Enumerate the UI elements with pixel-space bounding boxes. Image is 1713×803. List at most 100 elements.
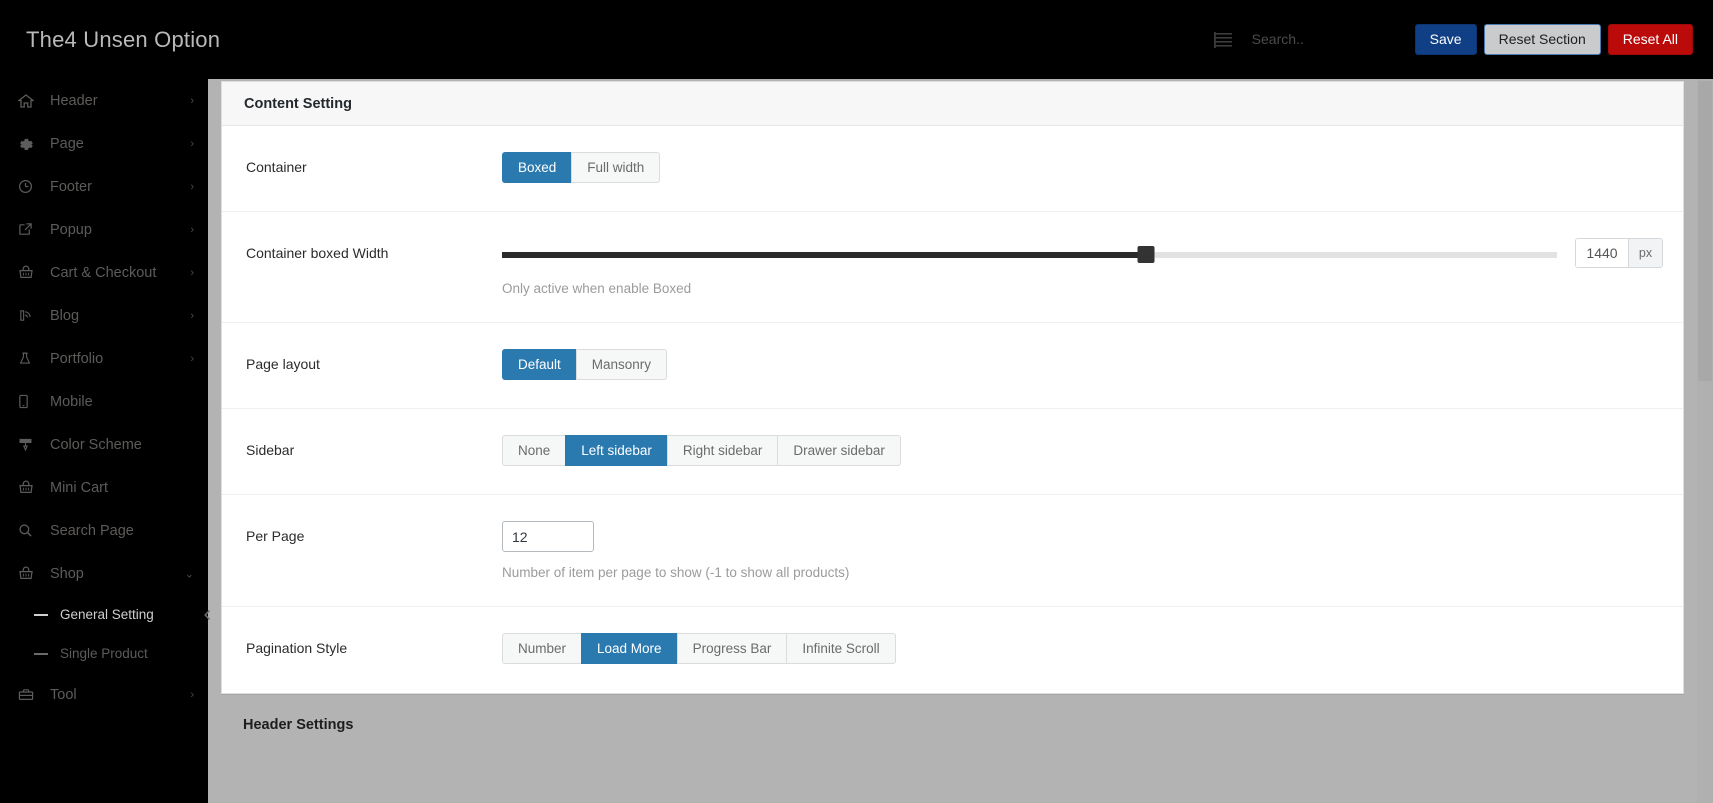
content-setting-panel: Content Setting Container Boxed Full wid… bbox=[221, 81, 1684, 694]
sidebar-item-label: Footer bbox=[50, 178, 92, 195]
sidebar-item-label: Mobile bbox=[50, 393, 93, 410]
container-width-slider[interactable] bbox=[502, 246, 1557, 263]
container-button-group: Boxed Full width bbox=[502, 152, 661, 183]
slider-handle[interactable] bbox=[1137, 246, 1155, 263]
container-width-unit: px bbox=[1628, 239, 1662, 267]
search-field-wrap bbox=[1249, 30, 1390, 49]
sidebar-item-general-setting[interactable]: General Setting bbox=[0, 595, 208, 634]
sidebar-option-right-sidebar[interactable]: Right sidebar bbox=[666, 435, 778, 466]
chevron-right-icon: › bbox=[190, 137, 194, 150]
chevron-right-icon: › bbox=[190, 266, 194, 279]
main-content: Content Setting Container Boxed Full wid… bbox=[208, 79, 1684, 803]
field-control: Number Load More Progress Bar Infinite S… bbox=[502, 633, 1683, 664]
pagination-option-infinite-scroll[interactable]: Infinite Scroll bbox=[786, 633, 896, 664]
reset-all-button[interactable]: Reset All bbox=[1607, 24, 1693, 55]
sidebar-subitem-label: Single Product bbox=[60, 646, 148, 661]
chevron-right-icon: › bbox=[190, 223, 194, 236]
paint-roller-icon bbox=[18, 437, 38, 453]
field-row-page-layout: Page layout Default Mansonry bbox=[222, 323, 1683, 409]
sidebar-item-footer[interactable]: Footer › bbox=[0, 165, 208, 208]
sidebar-item-popup[interactable]: Popup › bbox=[0, 208, 208, 251]
sidebar-button-group: None Left sidebar Right sidebar Drawer s… bbox=[502, 435, 901, 466]
per-page-input[interactable] bbox=[502, 521, 594, 552]
sidebar-item-blog[interactable]: Blog › bbox=[0, 294, 208, 337]
sidebar-item-label: Header bbox=[50, 92, 98, 109]
container-option-boxed[interactable]: Boxed bbox=[502, 152, 572, 183]
sidebar-item-search-page[interactable]: Search Page bbox=[0, 509, 208, 552]
chevron-right-icon: › bbox=[190, 352, 194, 365]
header-settings-title: Header Settings bbox=[243, 716, 354, 733]
field-row-pagination-style: Pagination Style Number Load More Progre… bbox=[222, 607, 1683, 693]
sidebar-item-label: Page bbox=[50, 135, 84, 152]
sidebar-item-mini-cart[interactable]: Mini Cart bbox=[0, 466, 208, 509]
dash-icon bbox=[34, 652, 48, 655]
field-control: None Left sidebar Right sidebar Drawer s… bbox=[502, 435, 1683, 466]
toolbox-icon bbox=[18, 687, 38, 703]
home-icon bbox=[18, 93, 38, 109]
sidebar-item-portfolio[interactable]: Portfolio › bbox=[0, 337, 208, 380]
header-settings-section[interactable]: Header Settings bbox=[221, 694, 1684, 754]
rss-icon bbox=[18, 308, 38, 324]
chevron-down-icon: ⌄ bbox=[184, 568, 194, 580]
gear-icon bbox=[18, 136, 38, 152]
field-row-sidebar: Sidebar None Left sidebar Right sidebar … bbox=[222, 409, 1683, 495]
basket-icon bbox=[18, 480, 38, 496]
sidebar-item-label: Search Page bbox=[50, 522, 134, 539]
sidebar-item-label: Portfolio bbox=[50, 350, 104, 367]
field-row-container: Container Boxed Full width bbox=[222, 126, 1683, 212]
top-bar: The4 Unsen Option Save Reset Section Res… bbox=[0, 0, 1713, 79]
external-link-icon bbox=[18, 222, 38, 238]
field-label: Page layout bbox=[246, 356, 320, 372]
sidebar-item-header[interactable]: Header › bbox=[0, 79, 208, 122]
sidebar-collapse-handle[interactable] bbox=[200, 602, 214, 628]
pagination-option-load-more[interactable]: Load More bbox=[581, 633, 677, 664]
mobile-icon bbox=[18, 394, 38, 410]
field-control: Default Mansonry bbox=[502, 349, 1683, 380]
sidebar-item-cart-checkout[interactable]: Cart & Checkout › bbox=[0, 251, 208, 294]
expand-list-icon[interactable] bbox=[1212, 29, 1234, 51]
container-width-input[interactable] bbox=[1576, 239, 1628, 267]
sidebar-item-tool[interactable]: Tool › bbox=[0, 673, 208, 716]
sidebar-option-drawer-sidebar[interactable]: Drawer sidebar bbox=[777, 435, 901, 466]
field-label: Container boxed Width bbox=[246, 245, 389, 261]
clock-icon bbox=[18, 179, 38, 195]
sidebar-item-shop[interactable]: Shop ⌄ bbox=[0, 552, 208, 595]
sidebar-item-page[interactable]: Page › bbox=[0, 122, 208, 165]
section-title: Content Setting bbox=[222, 82, 1683, 126]
chevron-right-icon: › bbox=[190, 180, 194, 193]
chevron-right-icon: › bbox=[190, 309, 194, 322]
basket-icon bbox=[18, 566, 38, 582]
flask-icon bbox=[18, 351, 38, 367]
container-width-slider-row: px bbox=[502, 238, 1663, 268]
dash-icon bbox=[34, 613, 48, 616]
app-root: The4 Unsen Option Save Reset Section Res… bbox=[0, 0, 1713, 803]
field-row-per-page: Per Page Number of item per page to show… bbox=[222, 495, 1683, 607]
save-button[interactable]: Save bbox=[1414, 24, 1477, 55]
reset-section-button[interactable]: Reset Section bbox=[1483, 24, 1601, 55]
sidebar-item-single-product[interactable]: Single Product bbox=[0, 634, 208, 673]
field-label: Container bbox=[246, 159, 307, 175]
pagination-option-number[interactable]: Number bbox=[502, 633, 582, 664]
sidebar-item-label: Blog bbox=[50, 307, 80, 324]
sidebar-subitem-label: General Setting bbox=[60, 607, 154, 622]
pagination-style-button-group: Number Load More Progress Bar Infinite S… bbox=[502, 633, 896, 664]
sidebar-item-label: Tool bbox=[50, 686, 77, 703]
field-label: Pagination Style bbox=[246, 640, 348, 656]
top-bar-actions: Save Reset Section Reset All bbox=[1212, 0, 1713, 79]
page-layout-option-mansonry[interactable]: Mansonry bbox=[575, 349, 668, 380]
sidebar-item-color-scheme[interactable]: Color Scheme bbox=[0, 423, 208, 466]
sidebar-item-label: Cart & Checkout bbox=[50, 264, 157, 281]
page-layout-option-default[interactable]: Default bbox=[502, 349, 576, 380]
vertical-scrollbar-thumb[interactable] bbox=[1698, 81, 1712, 381]
search-input[interactable] bbox=[1249, 30, 1390, 48]
pagination-option-progress-bar[interactable]: Progress Bar bbox=[676, 633, 787, 664]
search-icon bbox=[18, 523, 38, 539]
container-width-value-group: px bbox=[1575, 238, 1663, 268]
field-control: Number of item per page to show (-1 to s… bbox=[502, 521, 1683, 580]
container-option-full-width[interactable]: Full width bbox=[571, 152, 661, 183]
sidebar-item-mobile[interactable]: Mobile bbox=[0, 380, 208, 423]
sidebar-item-label: Color Scheme bbox=[50, 436, 142, 453]
field-help-text: Only active when enable Boxed bbox=[502, 281, 692, 296]
sidebar-option-left-sidebar[interactable]: Left sidebar bbox=[565, 435, 667, 466]
sidebar-option-none[interactable]: None bbox=[502, 435, 566, 466]
